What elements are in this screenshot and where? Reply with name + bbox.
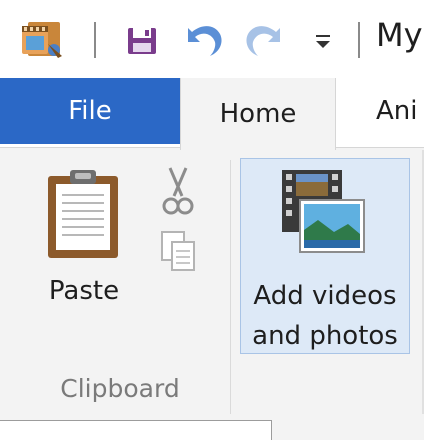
add-videos-and-photos-label[interactable]: Add videos and photos xyxy=(240,276,410,356)
paste-button-label[interactable]: Paste xyxy=(28,276,140,306)
save-icon[interactable] xyxy=(122,20,162,60)
tab-file[interactable]: File xyxy=(0,78,180,144)
redo-icon[interactable] xyxy=(240,16,290,62)
clipboard-paste-icon[interactable] xyxy=(44,168,122,260)
customize-dropdown-icon[interactable] xyxy=(310,18,336,58)
undo-icon[interactable] xyxy=(178,16,228,62)
toolbar-separator xyxy=(94,22,96,58)
add-label-line2: and photos xyxy=(252,321,398,351)
tab-home[interactable]: Home xyxy=(180,78,336,150)
group-separator xyxy=(230,160,231,414)
copy-icon[interactable] xyxy=(158,228,198,274)
tab-divider xyxy=(336,147,424,148)
movie-maker-app-icon[interactable] xyxy=(18,16,68,62)
tab-animations[interactable]: Ani xyxy=(376,78,418,144)
scissors-icon[interactable] xyxy=(160,166,196,218)
dropdown-panel-edge xyxy=(0,420,272,440)
tab-divider xyxy=(0,147,180,148)
clipboard-group-label: Clipboard xyxy=(60,374,180,403)
toolbar-separator xyxy=(358,22,360,58)
window-title: My xyxy=(376,16,423,54)
film-photo-icon[interactable] xyxy=(278,168,366,258)
add-label-line1: Add videos xyxy=(253,281,397,311)
